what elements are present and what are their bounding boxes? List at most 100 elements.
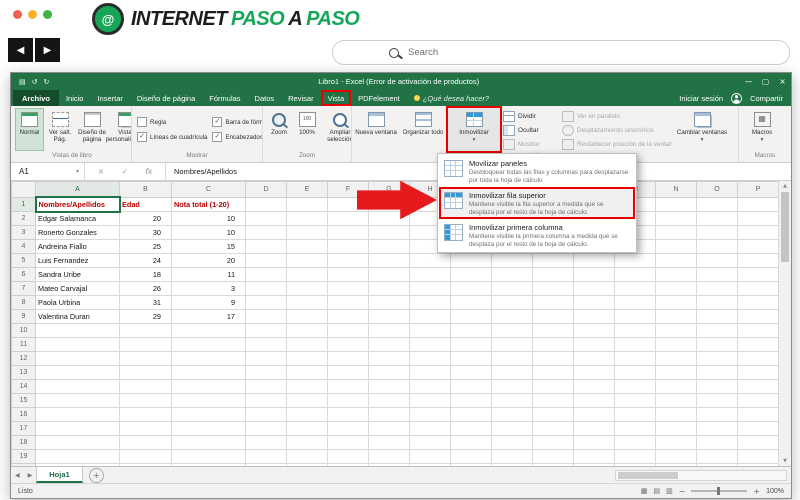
cell-g6[interactable]: [368, 267, 410, 282]
minimize-icon[interactable]: [740, 77, 757, 86]
cell-g15[interactable]: [368, 393, 410, 408]
cell-c11[interactable]: [171, 337, 246, 352]
ocultar-button[interactable]: Ocultar: [503, 124, 557, 136]
cell-g11[interactable]: [368, 337, 410, 352]
column-header-c[interactable]: C: [171, 181, 246, 198]
cell-a17[interactable]: [35, 421, 120, 436]
cell-g19[interactable]: [368, 449, 410, 464]
cell-e19[interactable]: [286, 449, 328, 464]
cell-m19[interactable]: [614, 449, 656, 464]
cell-e4[interactable]: [286, 239, 328, 254]
cell-a15[interactable]: [35, 393, 120, 408]
cell-g12[interactable]: [368, 351, 410, 366]
cell-i20[interactable]: [450, 463, 492, 466]
cell-a11[interactable]: [35, 337, 120, 352]
cell-e8[interactable]: [286, 295, 328, 310]
cell-g3[interactable]: [368, 225, 410, 240]
cell-l9[interactable]: [573, 309, 615, 324]
cell-c6[interactable]: 11: [171, 267, 246, 282]
cell-o19[interactable]: [696, 449, 738, 464]
cell-f12[interactable]: [327, 351, 369, 366]
cell-p10[interactable]: [737, 323, 779, 338]
sign-in-link[interactable]: Iniciar sesión: [679, 94, 723, 103]
cell-c18[interactable]: [171, 435, 246, 450]
zoom-slider-thumb[interactable]: [717, 487, 721, 495]
cell-d6[interactable]: [245, 267, 287, 282]
cell-a8[interactable]: Paola Urbina: [35, 295, 120, 310]
cell-c3[interactable]: 10: [171, 225, 246, 240]
cell-n14[interactable]: [655, 379, 697, 394]
cell-f8[interactable]: [327, 295, 369, 310]
cell-k11[interactable]: [532, 337, 574, 352]
cell-o8[interactable]: [696, 295, 738, 310]
scroll-down-icon[interactable]: [783, 458, 787, 464]
cell-a3[interactable]: Ronerto Gonzales: [35, 225, 120, 240]
cell-b16[interactable]: [119, 407, 172, 422]
cell-i10[interactable]: [450, 323, 492, 338]
cell-a16[interactable]: [35, 407, 120, 422]
cell-b2[interactable]: 20: [119, 211, 172, 226]
organizar-todo-button[interactable]: Organizar todo: [399, 108, 447, 151]
cell-g16[interactable]: [368, 407, 410, 422]
horizontal-scrollbar[interactable]: [615, 469, 787, 481]
cell-c9[interactable]: 17: [171, 309, 246, 324]
cell-h6[interactable]: [409, 267, 451, 282]
cell-f7[interactable]: [327, 281, 369, 296]
cell-o3[interactable]: [696, 225, 738, 240]
cell-k13[interactable]: [532, 365, 574, 380]
search-box[interactable]: [332, 40, 790, 65]
cell-a10[interactable]: [35, 323, 120, 338]
checkbox-barra-de-formulas[interactable]: Barra de fórmulas: [212, 116, 262, 129]
cell-h7[interactable]: [409, 281, 451, 296]
cell-n17[interactable]: [655, 421, 697, 436]
cell-o14[interactable]: [696, 379, 738, 394]
cell-o7[interactable]: [696, 281, 738, 296]
cell-o12[interactable]: [696, 351, 738, 366]
cell-e9[interactable]: [286, 309, 328, 324]
cell-c15[interactable]: [171, 393, 246, 408]
menu-item-inmovilizar-primera-columna[interactable]: Inmovilizar primera columna Mantiene visi…: [439, 219, 635, 251]
cell-a14[interactable]: [35, 379, 120, 394]
cell-o11[interactable]: [696, 337, 738, 352]
cell-f13[interactable]: [327, 365, 369, 380]
cell-m18[interactable]: [614, 435, 656, 450]
cell-j16[interactable]: [491, 407, 533, 422]
cell-i7[interactable]: [450, 281, 492, 296]
row-header-8[interactable]: 8: [11, 295, 36, 310]
cell-p18[interactable]: [737, 435, 779, 450]
enter-entry-icon[interactable]: [121, 167, 127, 176]
cancel-entry-icon[interactable]: [98, 167, 104, 176]
cell-g9[interactable]: [368, 309, 410, 324]
row-header-15[interactable]: 15: [11, 393, 36, 408]
cell-g17[interactable]: [368, 421, 410, 436]
cell-l20[interactable]: [573, 463, 615, 466]
cell-f6[interactable]: [327, 267, 369, 282]
cell-b9[interactable]: 29: [119, 309, 172, 324]
cell-m5[interactable]: [614, 253, 656, 268]
row-header-14[interactable]: 14: [11, 379, 36, 394]
vertical-scrollbar[interactable]: [778, 181, 791, 466]
cell-n8[interactable]: [655, 295, 697, 310]
cell-p12[interactable]: [737, 351, 779, 366]
cell-k6[interactable]: [532, 267, 574, 282]
row-header-19[interactable]: 19: [11, 449, 36, 464]
cell-j19[interactable]: [491, 449, 533, 464]
cell-i5[interactable]: [450, 253, 492, 268]
cell-d7[interactable]: [245, 281, 287, 296]
cell-d5[interactable]: [245, 253, 287, 268]
cell-c8[interactable]: 9: [171, 295, 246, 310]
cell-d13[interactable]: [245, 365, 287, 380]
cell-j18[interactable]: [491, 435, 533, 450]
ribbon-tab-pdfelement[interactable]: PDFelement: [351, 90, 407, 106]
cell-k18[interactable]: [532, 435, 574, 450]
ribbon-tab-inicio[interactable]: Inicio: [59, 90, 91, 106]
cell-j7[interactable]: [491, 281, 533, 296]
cell-b20[interactable]: [119, 463, 172, 466]
cell-b18[interactable]: [119, 435, 172, 450]
zoom-out-button[interactable]: [679, 487, 686, 496]
cell-l19[interactable]: [573, 449, 615, 464]
cell-h10[interactable]: [409, 323, 451, 338]
row-header-9[interactable]: 9: [11, 309, 36, 324]
cell-a4[interactable]: Andreina Fiallo: [35, 239, 120, 254]
cell-o13[interactable]: [696, 365, 738, 380]
